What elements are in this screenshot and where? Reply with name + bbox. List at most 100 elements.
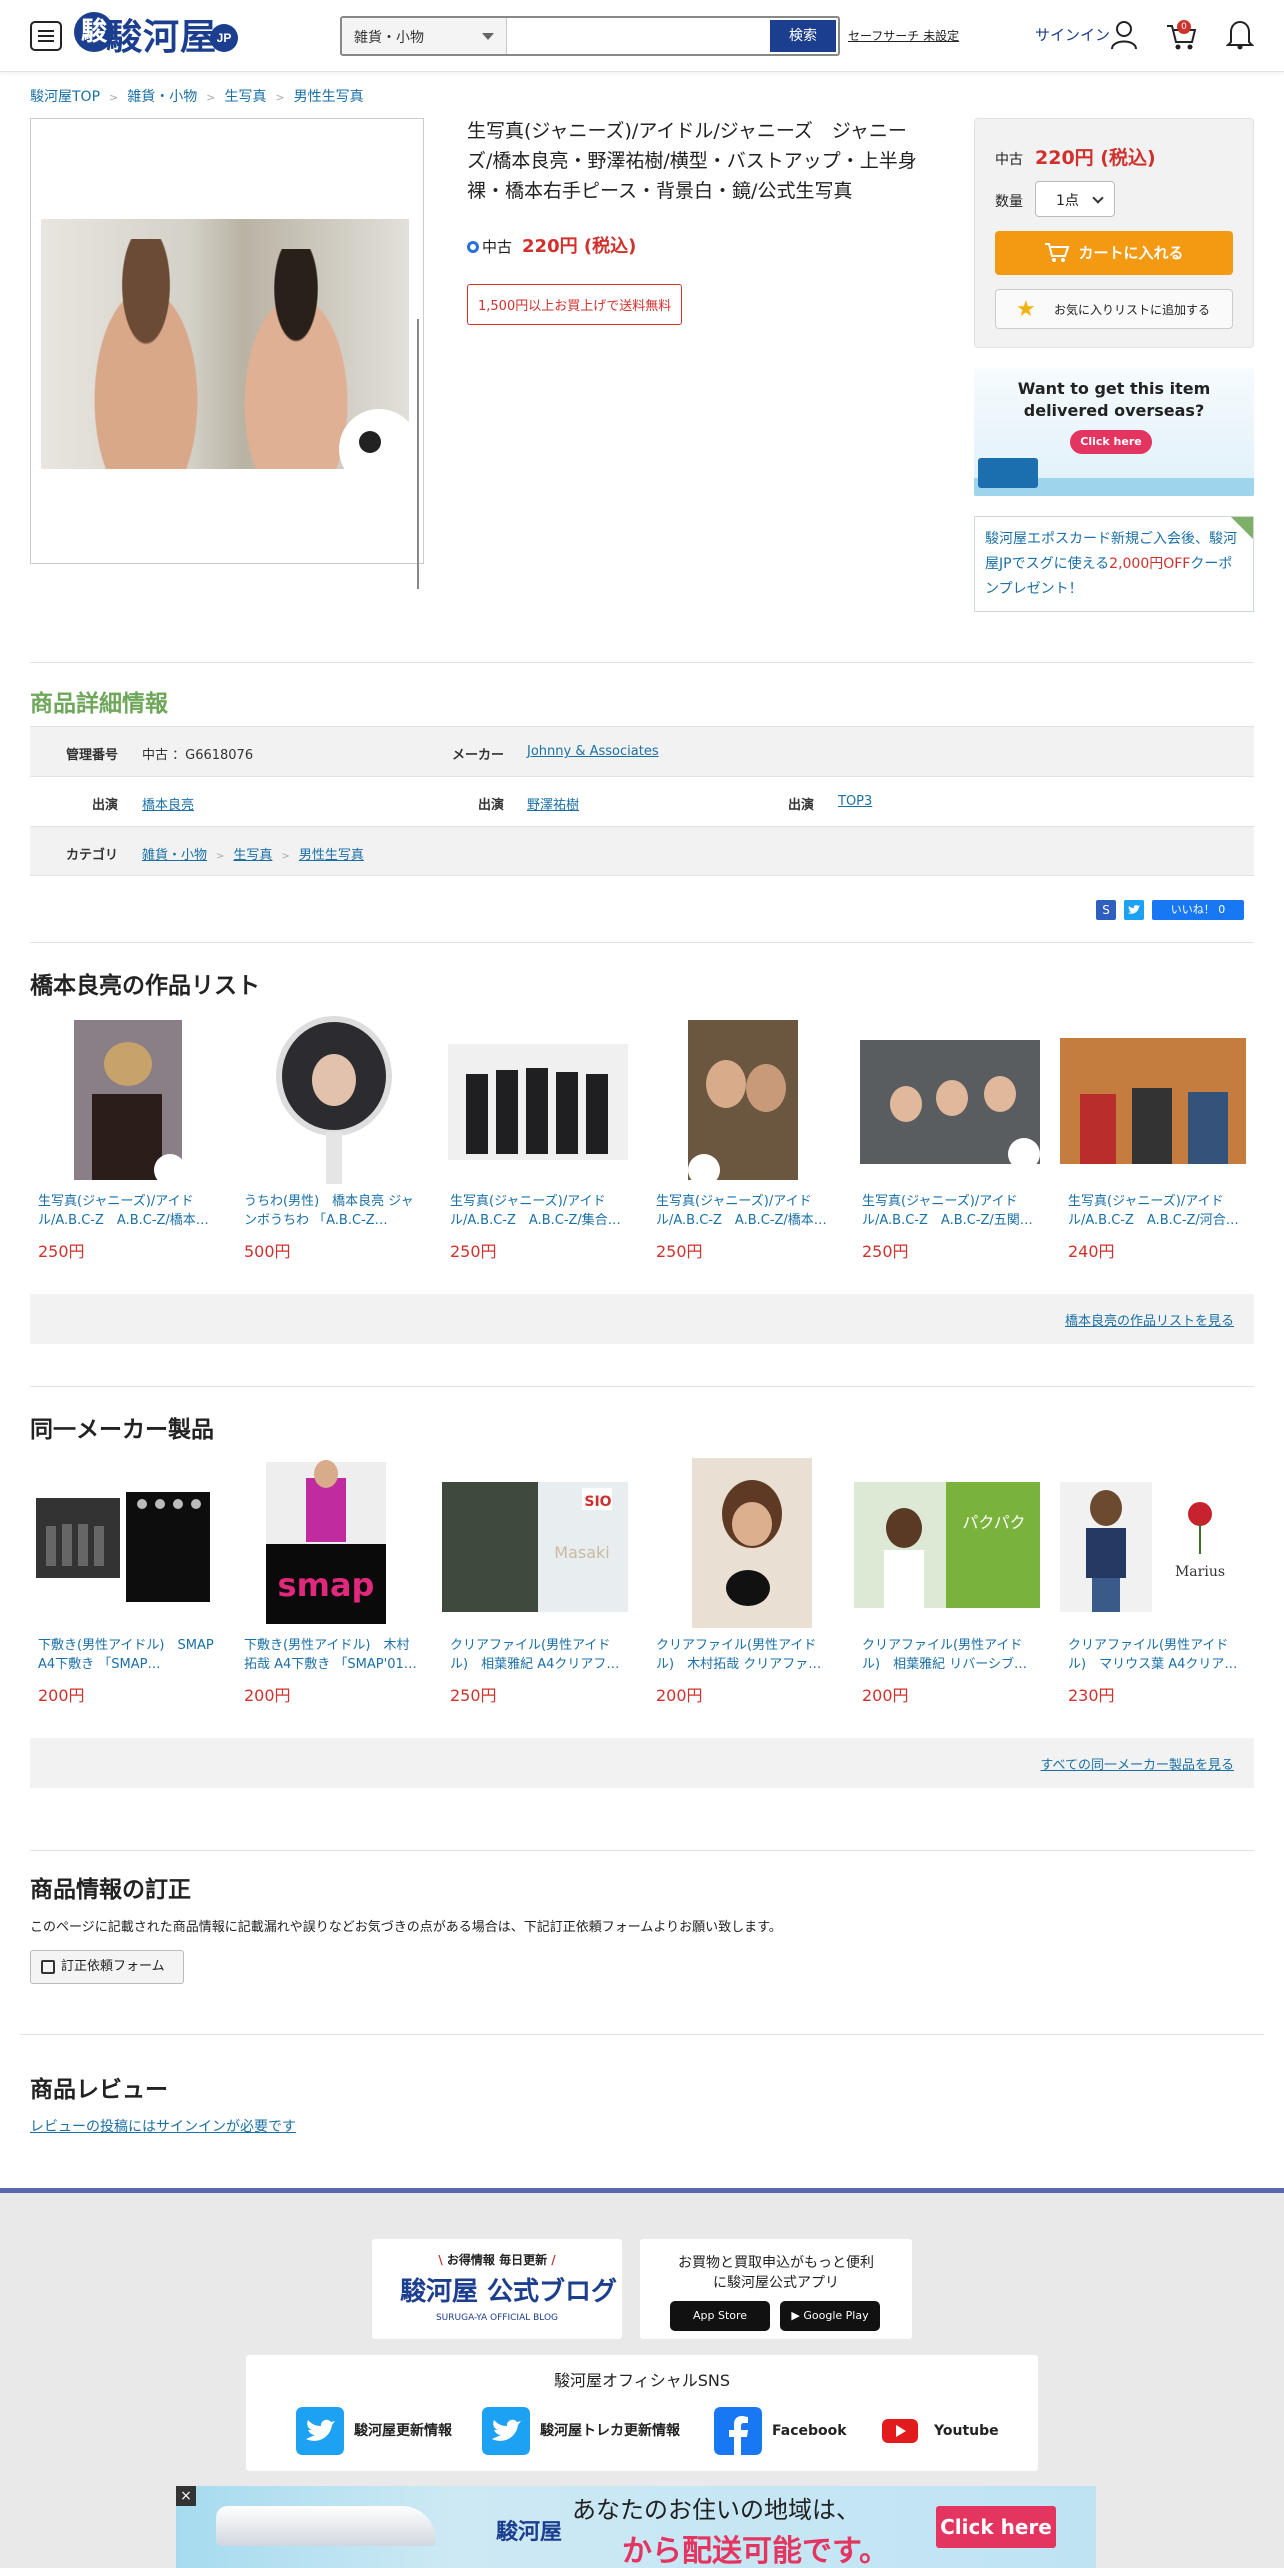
official-blog-banner[interactable]: \ お得情報 毎日更新 / 駿河屋 公式ブログ SURUGA-YA OFFICI… <box>372 2239 622 2339</box>
banner-logo: 駿河屋 <box>496 2519 563 2545</box>
breadcrumb-item[interactable]: 雑貨・小物 <box>127 89 197 105</box>
category-link[interactable]: 雑貨・小物 <box>142 848 207 863</box>
category-label: カテゴリ <box>65 848 118 863</box>
maker-heading: 同一メーカー製品 <box>30 1417 214 1443</box>
site-header: 駿 駿河屋 JP 雑貨・小物 検索 セーフサーチ 未設定 サインイン 0 <box>0 0 1284 72</box>
cart-icon[interactable]: 0 <box>1165 20 1199 52</box>
product-card[interactable]: 生写真(ジャニーズ)/アイドル/A.B.C-Z A.B.C-Z/橋本… 250円 <box>648 1014 834 1274</box>
product-card[interactable]: 生写真(ジャニーズ)/アイドル/A.B.C-Z A.B.C-Z/河合… 240円 <box>1060 1014 1246 1274</box>
twitter-share-icon[interactable] <box>1124 900 1144 920</box>
category-link[interactable]: 男性生写真 <box>299 848 364 863</box>
svg-text:Marius: Marius <box>1175 1564 1225 1580</box>
cast-link[interactable]: 野澤祐樹 <box>527 794 579 813</box>
product-price: 200円 <box>656 1686 703 1705</box>
product-name[interactable]: クリアファイル(男性アイドル) 相葉雅紀 A4クリアフ… <box>450 1636 628 1674</box>
condition-option[interactable]: 中古 220円 (税込) <box>467 232 636 258</box>
product-name[interactable]: 生写真(ジャニーズ)/アイドル/A.B.C-Z A.B.C-Z/河合… <box>1068 1192 1246 1230</box>
product-card[interactable]: 生写真(ジャニーズ)/アイドル/A.B.C-Z A.B.C-Z/橋本… 250円 <box>30 1014 216 1274</box>
product-card[interactable]: 生写真(ジャニーズ)/アイドル/A.B.C-Z A.B.C-Z/五関… 250円 <box>854 1014 1040 1274</box>
sns-label: 駿河屋トレカ更新情報 <box>540 2423 680 2439</box>
product-card[interactable]: クリアファイル(男性アイドル) 木村拓哉 クリアファ… 200円 <box>648 1458 834 1718</box>
mgmt-label: 管理番号 <box>65 748 118 763</box>
product-name[interactable]: クリアファイル(男性アイドル) 木村拓哉 クリアファ… <box>656 1636 834 1674</box>
google-play-button[interactable]: ▶ Google Play <box>780 2301 880 2331</box>
product-name[interactable]: 下敷き(男性アイドル) SMAP A4下敷き 「SMAP… <box>38 1636 216 1674</box>
search-button[interactable]: 検索 <box>770 20 836 52</box>
cast-link[interactable]: 橋本良亮 <box>142 794 194 813</box>
signin-link[interactable]: サインイン <box>1035 24 1110 45</box>
product-name[interactable]: 生写真(ジャニーズ)/アイドル/A.B.C-Z A.B.C-Z/五関… <box>862 1192 1040 1230</box>
breadcrumb-item[interactable]: 生写真 <box>224 89 266 105</box>
bell-icon[interactable] <box>1226 18 1254 50</box>
product-thumbnail <box>36 1492 210 1602</box>
product-name[interactable]: クリアファイル(男性アイドル) 相葉雅紀 リバーシブ… <box>862 1636 1040 1674</box>
epos-card-promo[interactable]: 駿河屋エポスカード新規ご入会後、駿河屋JPでスグに使える2,000円OFFクーポ… <box>974 516 1254 612</box>
product-name[interactable]: 生写真(ジャニーズ)/アイドル/A.B.C-Z A.B.C-Z/橋本… <box>656 1192 834 1230</box>
correction-button-label: 訂正依頼フォーム <box>61 1959 165 1974</box>
safe-search-link[interactable]: セーフサーチ 未設定 <box>848 27 959 44</box>
add-to-wishlist-button[interactable]: ★ お気に入りリストに追加する <box>995 289 1233 329</box>
correction-form-button[interactable]: 訂正依頼フォーム <box>30 1950 184 1984</box>
sns-title: 駿河屋オフィシャルSNS <box>554 2371 730 2390</box>
share-s-icon[interactable]: S <box>1096 900 1116 920</box>
facebook-like-button[interactable]: いいね！ 0 <box>1152 900 1244 920</box>
banner-click-button[interactable]: Click here <box>936 2506 1056 2548</box>
works-more-link[interactable]: 橋本良亮の作品リストを見る <box>1065 1310 1234 1329</box>
youtube-icon <box>882 2419 918 2443</box>
quantity-select[interactable]: 1点 <box>1035 181 1115 217</box>
banner-line1: あなたのお住いの地域は、 <box>572 2496 860 2524</box>
official-sns-box: 駿河屋オフィシャルSNS 駿河屋更新情報 駿河屋トレカ更新情報 Facebook… <box>246 2355 1038 2471</box>
product-name[interactable]: 生写真(ジャニーズ)/アイドル/A.B.C-Z A.B.C-Z/集合… <box>450 1192 628 1230</box>
cast-link[interactable]: TOP3 <box>838 794 872 809</box>
condition-label: 中古 <box>482 238 513 256</box>
twitter-icon <box>482 2407 530 2455</box>
product-card[interactable]: 下敷き(男性アイドル) SMAP A4下敷き 「SMAP… 200円 <box>30 1458 216 1718</box>
site-logo[interactable]: 駿 駿河屋 JP <box>74 8 244 58</box>
product-card[interactable]: Marius クリアファイル(男性アイドル) マリウス葉 A4クリア… 230円 <box>1060 1458 1246 1718</box>
user-icon[interactable] <box>1110 20 1138 50</box>
product-price: 200円 <box>862 1686 909 1705</box>
product-price: 200円 <box>38 1686 85 1705</box>
sns-label: 駿河屋更新情報 <box>354 2423 452 2439</box>
product-photo <box>41 219 409 469</box>
wishlist-label: お気に入りリストに追加する <box>1054 303 1211 317</box>
facebook-icon <box>714 2407 762 2455</box>
add-to-cart-button[interactable]: カートに入れる <box>995 231 1233 275</box>
review-signin-link[interactable]: レビューの投稿にはサインインが必要です <box>30 2116 296 2136</box>
product-image-frame[interactable] <box>30 118 424 589</box>
app-store-button[interactable]: App Store <box>670 2301 770 2331</box>
overseas-line1: Want to get this item <box>1017 379 1211 398</box>
condition-radio[interactable] <box>467 241 479 253</box>
search-category-select[interactable]: 雑貨・小物 <box>342 18 507 54</box>
product-thumbnail <box>688 1020 798 1184</box>
chevron-down-icon <box>482 33 494 46</box>
menu-icon[interactable] <box>30 21 62 51</box>
maker-more-link[interactable]: すべての同一メーカー製品を見る <box>1040 1754 1234 1773</box>
product-card[interactable]: うちわ(男性) 橋本良亮 ジャンボうちわ 「A.B.C-Z… 500円 <box>236 1014 422 1274</box>
product-name[interactable]: うちわ(男性) 橋本良亮 ジャンボうちわ 「A.B.C-Z… <box>244 1192 422 1230</box>
product-card[interactable]: 生写真(ジャニーズ)/アイドル/A.B.C-Z A.B.C-Z/集合… 250円 <box>442 1014 628 1274</box>
product-thumbnail <box>860 1040 1040 1170</box>
cast-label: 出演 <box>477 798 504 813</box>
breadcrumb-item[interactable]: 男性生写真 <box>294 89 364 105</box>
product-name[interactable]: 下敷き(男性アイドル) 木村拓哉 A4下敷き 「SMAP'01… <box>244 1636 422 1674</box>
logo-jp-badge: JP <box>210 24 238 52</box>
close-icon[interactable]: × <box>176 2486 196 2506</box>
search-input[interactable] <box>508 18 770 54</box>
product-name[interactable]: 生写真(ジャニーズ)/アイドル/A.B.C-Z A.B.C-Z/橋本… <box>38 1192 216 1230</box>
product-thumbnail: パクパク <box>854 1482 1040 1608</box>
product-name[interactable]: クリアファイル(男性アイドル) マリウス葉 A4クリア… <box>1068 1636 1246 1674</box>
breadcrumb-item[interactable]: 駿河屋TOP <box>30 89 100 105</box>
product-card[interactable]: SIO Masaki クリアファイル(男性アイドル) 相葉雅紀 A4クリアフ… 2… <box>442 1458 628 1718</box>
works-more-bar: 橋本良亮の作品リストを見る <box>30 1294 1254 1344</box>
maker-link[interactable]: Johnny & Associates <box>527 744 659 759</box>
delivery-banner[interactable]: × 駿河屋 あなたのお住いの地域は、 から配送可能です。 Click here <box>176 2486 1096 2568</box>
divider <box>417 319 419 589</box>
buybox-condition: 中古 <box>995 152 1023 168</box>
chevron-right-icon: > <box>206 91 216 104</box>
overseas-click-button[interactable]: Click here <box>1070 430 1152 454</box>
overseas-delivery-banner[interactable]: Want to get this item delivered overseas?… <box>974 368 1254 496</box>
category-link[interactable]: 生写真 <box>233 848 272 863</box>
product-card[interactable]: smap 下敷き(男性アイドル) 木村拓哉 A4下敷き 「SMAP'01… 20… <box>236 1458 422 1718</box>
product-card[interactable]: パクパク クリアファイル(男性アイドル) 相葉雅紀 リバーシブ… 200円 <box>854 1458 1040 1718</box>
